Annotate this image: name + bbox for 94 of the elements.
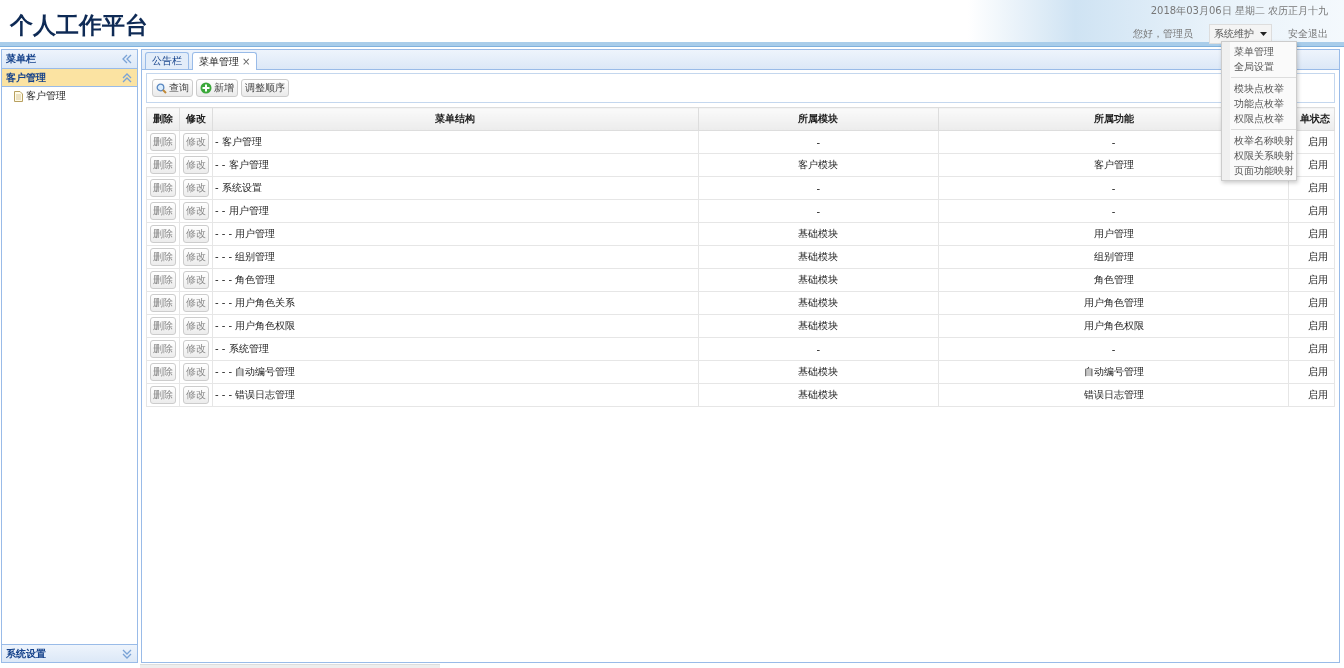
column-header: 所属模块 (698, 107, 939, 131)
edit-button[interactable]: 修改 (182, 202, 209, 220)
table-cell: - 客户管理 (212, 130, 698, 154)
edit-button[interactable]: 修改 (182, 386, 209, 404)
table-cell: 基础模块 (698, 222, 939, 246)
delete-button[interactable]: 删除 (150, 340, 176, 358)
table-cell: 基础模块 (698, 268, 939, 292)
search-button[interactable]: 查询 (152, 79, 193, 97)
delete-button[interactable]: 删除 (150, 363, 176, 381)
table-cell: - - 用户管理 (212, 199, 698, 223)
sidebar-item[interactable]: 客户管理 (2, 87, 137, 103)
table-cell: 启用 (1288, 383, 1335, 407)
table-cell: 启用 (1288, 245, 1335, 269)
delete-button[interactable]: 删除 (150, 133, 176, 151)
table-cell: 启用 (1288, 360, 1335, 384)
table-cell: - - - 角色管理 (212, 268, 698, 292)
document-icon (14, 90, 23, 102)
table-cell: - - - 自动编号管理 (212, 360, 698, 384)
table-cell: 启用 (1288, 268, 1335, 292)
column-header: 删除 (146, 107, 180, 131)
table-cell: - (698, 176, 939, 200)
table-cell: 启用 (1288, 222, 1335, 246)
system-menu-button[interactable]: 系统维护 (1209, 24, 1272, 44)
table-cell: - (698, 130, 939, 154)
delete-button[interactable]: 删除 (150, 156, 176, 174)
tab[interactable]: 公告栏 (145, 52, 189, 69)
table-cell: - - - 用户管理 (212, 222, 698, 246)
table-cell: 基础模块 (698, 245, 939, 269)
table-cell: 组别管理 (938, 245, 1289, 269)
table-cell: 基础模块 (698, 360, 939, 384)
collapse-icon (122, 72, 132, 83)
table-cell: 基础模块 (698, 291, 939, 315)
table-cell: - (698, 199, 939, 223)
tab[interactable]: 菜单管理 × (192, 52, 258, 70)
edit-button[interactable]: 修改 (182, 294, 209, 312)
table-cell: 自动编号管理 (938, 360, 1289, 384)
table-cell: 用户角色权限 (938, 314, 1289, 338)
table-cell: 基础模块 (698, 383, 939, 407)
table-cell: 启用 (1288, 314, 1335, 338)
menu-item[interactable]: 菜单管理 (1222, 44, 1296, 59)
delete-button[interactable]: 删除 (150, 179, 176, 197)
app-title: 个人工作平台 (9, 11, 148, 40)
edit-button[interactable]: 修改 (182, 363, 209, 381)
date-text: 2018年03月06日 星期二 农历正月十九 (1150, 4, 1328, 18)
sidebar-section[interactable]: 客户管理 (2, 69, 137, 87)
table-cell: 启用 (1288, 199, 1335, 223)
delete-button[interactable]: 删除 (150, 271, 176, 289)
table-cell: - (698, 337, 939, 361)
plus-icon (200, 82, 212, 94)
edit-button[interactable]: 修改 (182, 248, 209, 266)
table-cell: 启用 (1288, 337, 1335, 361)
table-cell: - - - 错误日志管理 (212, 383, 698, 407)
table-cell: - (938, 337, 1289, 361)
table-cell: 错误日志管理 (938, 383, 1289, 407)
search-icon (156, 82, 167, 94)
delete-button[interactable]: 删除 (150, 202, 176, 220)
expand-icon (122, 648, 132, 659)
column-header: 修改 (179, 107, 213, 131)
reorder-button[interactable]: 调整顺序 (241, 79, 289, 97)
edit-button[interactable]: 修改 (182, 317, 209, 335)
delete-button[interactable]: 删除 (150, 386, 176, 404)
edit-button[interactable]: 修改 (182, 271, 209, 289)
logout-link[interactable]: 安全退出 (1288, 27, 1328, 41)
edit-button[interactable]: 修改 (182, 179, 209, 197)
add-button[interactable]: 新增 (196, 79, 238, 97)
edit-button[interactable]: 修改 (182, 340, 209, 358)
sidebar-section[interactable]: 系统设置 (2, 644, 137, 662)
collapse-icon[interactable] (121, 54, 132, 64)
table-cell: - - 系统管理 (212, 337, 698, 361)
table-cell: 客户模块 (698, 153, 939, 177)
table-cell: - - - 用户角色权限 (212, 314, 698, 338)
table-cell: 基础模块 (698, 314, 939, 338)
edit-button[interactable]: 修改 (182, 225, 209, 243)
menu-item[interactable]: 全局设置 (1222, 59, 1296, 74)
delete-button[interactable]: 删除 (150, 317, 176, 335)
table-cell: 用户角色管理 (938, 291, 1289, 315)
delete-button[interactable]: 删除 (150, 248, 176, 266)
table-cell: - (938, 199, 1289, 223)
table-cell: 角色管理 (938, 268, 1289, 292)
edit-button[interactable]: 修改 (182, 133, 209, 151)
table-cell: - - - 用户角色关系 (212, 291, 698, 315)
table-cell: 用户管理 (938, 222, 1289, 246)
table-cell: - - - 组别管理 (212, 245, 698, 269)
sidebar-title: 菜单栏 (6, 52, 36, 66)
delete-button[interactable]: 删除 (150, 225, 176, 243)
greeting-text: 您好，管理员 (1133, 27, 1193, 41)
column-header: 菜单结构 (212, 107, 698, 131)
table-cell: - - 客户管理 (212, 153, 698, 177)
table-cell: - 系统设置 (212, 176, 698, 200)
caret-icon (1260, 32, 1267, 36)
edit-button[interactable]: 修改 (182, 156, 209, 174)
table-cell: 启用 (1288, 291, 1335, 315)
delete-button[interactable]: 删除 (150, 294, 176, 312)
menu-item[interactable]: 模块点枚举 (1222, 81, 1296, 96)
